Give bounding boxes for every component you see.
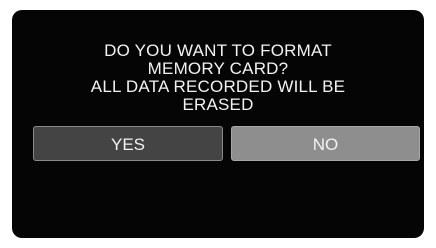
message-line-4: ERASED xyxy=(182,95,254,114)
format-confirmation-message: DO YOU WANT TO FORMAT MEMORY CARD? ALL D… xyxy=(12,42,424,114)
message-line-2: MEMORY CARD? xyxy=(147,59,289,78)
message-line-3: ALL DATA RECORDED WILL BE xyxy=(90,77,346,96)
yes-button[interactable]: YES xyxy=(33,126,223,161)
no-button[interactable]: NO xyxy=(231,126,420,161)
camera-lcd-screen: DO YOU WANT TO FORMAT MEMORY CARD? ALL D… xyxy=(12,10,424,238)
message-line-1: DO YOU WANT TO FORMAT xyxy=(104,41,332,60)
